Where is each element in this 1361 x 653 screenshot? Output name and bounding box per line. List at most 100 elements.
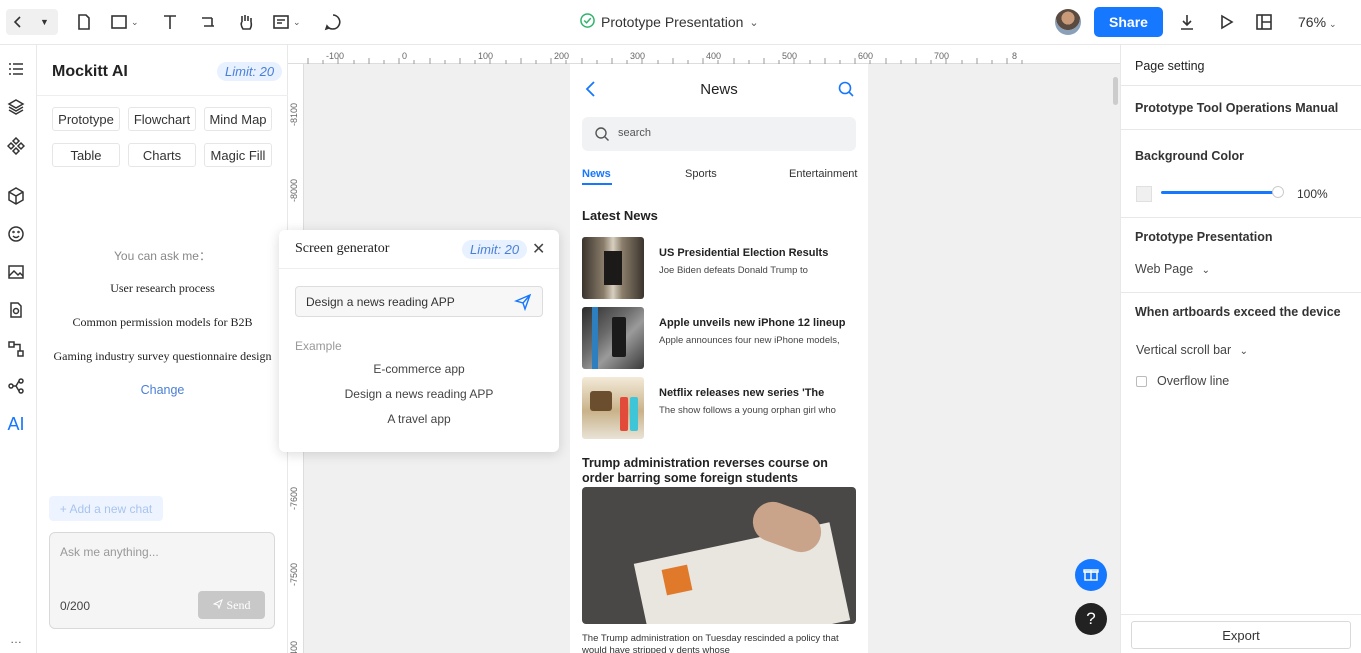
chip-flowchart[interactable]: Flowchart [128, 107, 196, 131]
add-new-chat-button[interactable]: + Add a new chat [49, 496, 163, 521]
news-summary: Joe Biden defeats Donald Trump to [659, 265, 808, 276]
ai-panel: Mockitt AI Limit: 20 Prototype Flowchart… [37, 45, 288, 653]
presentation-select[interactable]: Web Page ⌄ [1135, 262, 1210, 276]
chevron-down-icon: ⌄ [1201, 265, 1211, 276]
search-icon[interactable] [837, 80, 855, 101]
ruler-label: -8000 [289, 178, 299, 202]
example-item[interactable]: A travel app [279, 412, 559, 426]
divider [1121, 614, 1361, 615]
news-thumbnail [582, 237, 644, 299]
overflow-label: When artboards exceed the device [1135, 305, 1341, 319]
connector-tool-icon[interactable] [199, 10, 217, 34]
share-button[interactable]: Share [1094, 7, 1163, 37]
emoji-icon[interactable] [6, 224, 26, 244]
dialog-title: Screen generator [295, 241, 390, 256]
chip-mind-map[interactable]: Mind Map [204, 107, 272, 131]
manual-link[interactable]: Prototype Tool Operations Manual [1135, 101, 1338, 115]
ask-input-box[interactable]: Ask me anything... 0/200 Send [49, 532, 275, 629]
note-tool-icon[interactable]: ⌄ [272, 10, 301, 34]
export-button[interactable]: Export [1131, 621, 1351, 649]
page-icon[interactable] [75, 10, 93, 34]
suggestion-item[interactable]: User research process [37, 281, 288, 296]
chip-table[interactable]: Table [52, 143, 120, 167]
more-icon[interactable]: … [6, 629, 26, 649]
ruler-label: -7400 [289, 640, 299, 653]
avatar[interactable] [1055, 9, 1081, 35]
divider [1121, 292, 1361, 293]
news-summary: Apple announces four new iPhone models, [659, 335, 840, 346]
limit-badge: Limit: 20 [462, 240, 528, 259]
chip-charts[interactable]: Charts [128, 143, 196, 167]
ai-icon[interactable]: AI [6, 414, 26, 434]
color-swatch[interactable] [1136, 186, 1152, 202]
widgets-icon[interactable] [6, 186, 26, 206]
opacity-value[interactable]: 100% [1297, 187, 1328, 201]
list-item[interactable]: Netflix releases new series 'The The sho… [582, 377, 862, 439]
back-icon[interactable] [10, 10, 26, 34]
chip-prototype[interactable]: Prototype [52, 107, 120, 131]
char-count: 0/200 [60, 599, 91, 613]
saved-check-icon [580, 13, 595, 31]
tab-news[interactable]: News [582, 168, 611, 180]
help-button[interactable]: ? [1075, 603, 1107, 635]
rectangle-tool-icon[interactable]: ⌄ [110, 10, 139, 34]
close-icon[interactable]: ✕ [532, 239, 545, 259]
scroll-select[interactable]: Vertical scroll bar ⌄ [1136, 343, 1248, 357]
section-title: Latest News [582, 208, 658, 223]
example-item[interactable]: Design a news reading APP [279, 387, 559, 401]
hand-tool-icon[interactable] [236, 10, 256, 34]
image-icon[interactable] [6, 262, 26, 282]
suggestion-item[interactable]: Common permission models for B2B [37, 315, 288, 330]
list-item[interactable]: Apple unveils new iPhone 12 lineup Apple… [582, 307, 862, 369]
search-icon [594, 126, 610, 145]
list-item[interactable]: US Presidential Election Results Joe Bid… [582, 237, 862, 299]
opacity-slider-handle[interactable] [1272, 186, 1284, 198]
news-headline: Netflix releases new series 'The [659, 387, 825, 399]
assets-icon[interactable] [6, 300, 26, 320]
send-button[interactable]: Send [198, 591, 265, 619]
top-ruler-ticks [307, 58, 1023, 64]
download-icon[interactable] [1178, 10, 1196, 34]
tab-sports[interactable]: Sports [685, 168, 717, 180]
news-headline: US Presidential Election Results [659, 247, 829, 259]
overflow-line-checkbox[interactable] [1136, 376, 1147, 387]
gift-button[interactable] [1075, 559, 1107, 591]
vertical-scrollbar[interactable] [1113, 77, 1118, 105]
example-item[interactable]: E-commerce app [279, 362, 559, 376]
divider [1121, 129, 1361, 130]
pages-list-icon[interactable] [6, 59, 26, 79]
zoom-level[interactable]: 76% ⌄ [1298, 14, 1337, 30]
chip-magic-fill[interactable]: Magic Fill [204, 143, 272, 167]
document-title[interactable]: Prototype Presentation ⌄ [580, 13, 759, 31]
search-placeholder: search [618, 127, 652, 139]
layers-icon[interactable] [6, 97, 26, 117]
ai-panel-title: Mockitt AI [52, 63, 128, 80]
comment-tool-icon[interactable] [324, 10, 342, 34]
overflow-line-label: Overflow line [1157, 374, 1230, 388]
prompt-input[interactable]: Design a news reading APP [295, 286, 543, 317]
feature-body: The Trump administration on Tuesday resc… [582, 633, 839, 653]
play-icon[interactable] [1217, 10, 1235, 34]
text-tool-icon[interactable] [161, 10, 179, 34]
news-thumbnail [582, 307, 644, 369]
components-icon[interactable] [6, 136, 26, 156]
news-artboard[interactable]: News search News Sports Entertainment La… [570, 64, 868, 653]
feature-image [582, 487, 856, 624]
send-icon[interactable] [513, 293, 532, 314]
mindmap-icon[interactable] [6, 376, 26, 396]
news-summary: The show follows a young orphan girl who [659, 405, 836, 416]
news-headline: Apple unveils new iPhone 12 lineup [659, 317, 846, 329]
layout-icon[interactable] [1255, 10, 1273, 34]
top-ruler: -100 0 100 200 300 400 500 600 700 8 [288, 45, 1120, 64]
document-title-text: Prototype Presentation [601, 14, 744, 30]
flow-icon[interactable] [6, 339, 26, 359]
opacity-slider[interactable] [1161, 191, 1279, 194]
divider [37, 95, 288, 96]
news-search-bar[interactable]: search [582, 117, 856, 151]
presentation-label: Prototype Presentation [1135, 230, 1273, 244]
change-link[interactable]: Change [37, 383, 288, 397]
tab-entertainment[interactable]: Entertainment [789, 168, 857, 180]
feature-headline[interactable]: Trump administration reverses course on … [582, 456, 856, 486]
suggestion-item[interactable]: Gaming industry survey questionnaire des… [37, 349, 288, 364]
history-dropdown-icon[interactable]: ▼ [40, 10, 49, 34]
